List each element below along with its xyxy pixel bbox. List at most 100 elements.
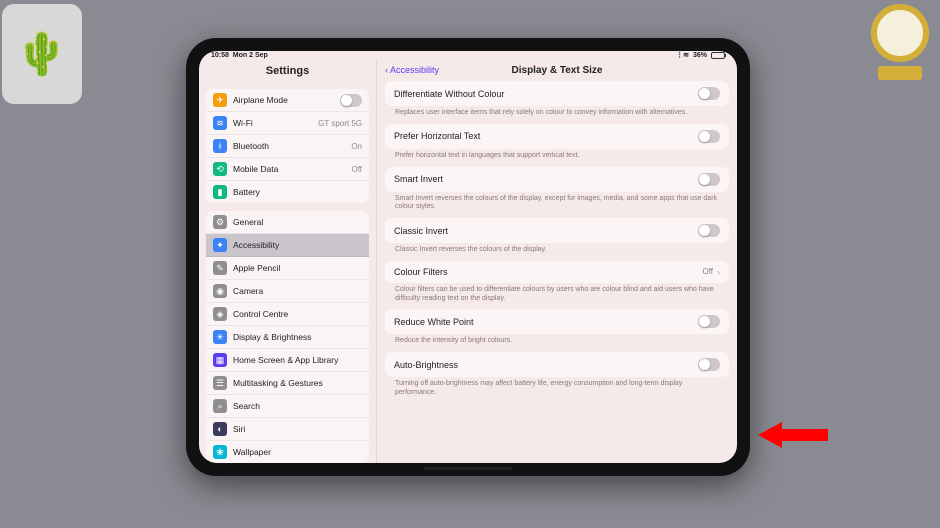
setting-group: Auto-Brightness [385,352,729,377]
camera-icon: ◉ [213,284,227,298]
sidebar-item-label: Search [233,401,362,411]
apple-pencil-icon: ✎ [213,261,227,275]
accessibility-icon: ✦ [213,238,227,252]
sidebar-item-home-screen-app-library[interactable]: ▦Home Screen & App Library [206,349,369,372]
setting-label: Colour Filters [394,267,448,277]
setting-row-prefer-horizontal-text[interactable]: Prefer Horizontal Text [385,124,729,149]
sidebar-item-camera[interactable]: ◉ Camera [206,280,369,303]
battery-icon: ▮ [213,185,227,199]
sidebar-item-battery[interactable]: ▮ Battery [206,181,369,203]
battery-icon [711,52,725,59]
setting-description: Smart Invert reverses the colours of the… [385,192,729,219]
sidebar-item-label: Mobile Data [233,164,345,174]
sidebar-item-wallpaper[interactable]: ❀ Wallpaper [206,441,369,463]
setting-row-smart-invert[interactable]: Smart Invert [385,167,729,192]
sidebar-item-control-centre[interactable]: ◈ Control Centre [206,303,369,326]
setting-label: Classic Invert [394,226,448,236]
sidebar-item-label: Control Centre [233,309,362,319]
clock-decor [864,4,936,88]
setting-label: Auto-Brightness [394,360,458,370]
wallpaper-icon: ❀ [213,445,227,459]
sidebar-item-accessibility[interactable]: ✦ Accessibility [206,234,369,257]
sidebar-item-label: Bluetooth [233,141,345,151]
toggle-differentiate-without-colour[interactable] [698,87,720,100]
setting-row-classic-invert[interactable]: Classic Invert [385,218,729,243]
sidebar-item-label: Camera [233,286,362,296]
multitasking-gestures-icon: ☰ [213,376,227,390]
toggle-reduce-white-point[interactable] [698,315,720,328]
setting-label: Differentiate Without Colour [394,89,504,99]
toggle[interactable] [340,94,362,107]
sidebar-item-display-brightness[interactable]: ☀Display & Brightness [206,326,369,349]
toggle-smart-invert[interactable] [698,173,720,186]
airplane-mode-icon: ✈ [213,93,227,107]
sidebar-item-mobile-data[interactable]: ⟲ Mobile Data Off [206,158,369,181]
control-centre-icon: ◈ [213,307,227,321]
toggle-prefer-horizontal-text[interactable] [698,130,720,143]
setting-row-colour-filters[interactable]: Colour FiltersOff› [385,261,729,283]
setting-row-auto-brightness[interactable]: Auto-Brightness [385,352,729,377]
sidebar-item-label: Apple Pencil [233,263,362,273]
back-button[interactable]: ‹ Accessibility [385,65,439,75]
bluetooth-icon: ᚼ [213,139,227,153]
setting-group: Smart Invert [385,167,729,192]
sidebar-item-value: GT sport 5G [318,119,362,128]
setting-label: Smart Invert [394,174,443,184]
setting-description: Classic Invert reverses the colours of t… [385,243,729,261]
sidebar-item-siri[interactable]: ◐Siri [206,418,369,441]
status-date: Mon 2 Sep [233,52,268,59]
setting-description: Replaces user interface items that rely … [385,106,729,124]
sidebar-item-label: General [233,217,362,227]
setting-group: Differentiate Without Colour [385,81,729,106]
sidebar-group-general: ⚙General ✦ Accessibility ✎ Apple Pencil ◉ Came… [206,211,369,463]
setting-description: Turning off auto-brightness may affect b… [385,377,729,404]
ipad-device: 10:58 Mon 2 Sep ⋮≋ 36% Settings ✈ Airplan… [186,38,750,476]
sidebar-title: Settings [199,59,376,85]
main-header: ‹ Accessibility Display & Text Size [377,59,737,81]
back-label: Accessibility [390,65,439,75]
sidebar-item-general[interactable]: ⚙General [206,211,369,234]
chevron-left-icon: ‹ [385,65,388,75]
sidebar-item-label: Battery [233,187,362,197]
sidebar-item-wi-fi[interactable]: ≋Wi-FiGT sport 5G [206,112,369,135]
search-icon: ⌕ [213,399,227,413]
main-scroll[interactable]: Differentiate Without Colour Replaces use… [377,81,737,463]
sidebar-item-bluetooth[interactable]: ᚼ Bluetooth On [206,135,369,158]
home-screen-app-library-icon: ▦ [213,353,227,367]
setting-row-reduce-white-point[interactable]: Reduce White Point [385,309,729,334]
status-right: ⋮≋ 36% [676,51,725,59]
toggle-auto-brightness[interactable] [698,358,720,371]
setting-row-differentiate-without-colour[interactable]: Differentiate Without Colour [385,81,729,106]
setting-label: Prefer Horizontal Text [394,131,480,141]
sidebar-item-label: Multitasking & Gestures [233,378,362,388]
mobile-data-icon: ⟲ [213,162,227,176]
setting-description: Colour filters can be used to differenti… [385,283,729,310]
setting-group: Colour FiltersOff› [385,261,729,283]
toggle-classic-invert[interactable] [698,224,720,237]
plant-decor [2,4,82,104]
sidebar-item-label: Wallpaper [233,447,362,457]
setting-value: Off [702,267,713,276]
battery-percent: 36% [693,52,707,59]
sidebar: Settings ✈ Airplane Mode ≋Wi-FiGT sport 5G… [199,59,377,463]
sidebar-item-value: Off [351,165,362,174]
setting-description: Reduce the intensity of bright colours. [385,334,729,352]
sidebar-item-label: Airplane Mode [233,95,334,105]
annotation-arrow [758,420,828,450]
screen: 10:58 Mon 2 Sep ⋮≋ 36% Settings ✈ Airplan… [199,51,737,463]
setting-group: Prefer Horizontal Text [385,124,729,149]
sidebar-item-label: Accessibility [233,240,362,250]
status-left: 10:58 Mon 2 Sep [211,52,268,59]
setting-group: Classic Invert [385,218,729,243]
setting-group: Reduce White Point [385,309,729,334]
sidebar-group-connectivity: ✈ Airplane Mode ≋Wi-FiGT sport 5G ᚼ Bluetoot… [206,89,369,203]
status-bar: 10:58 Mon 2 Sep ⋮≋ 36% [199,51,737,59]
main-panel: ‹ Accessibility Display & Text Size Diff… [377,59,737,463]
sidebar-item-search[interactable]: ⌕ Search [206,395,369,418]
sidebar-item-apple-pencil[interactable]: ✎ Apple Pencil [206,257,369,280]
sidebar-item-airplane-mode[interactable]: ✈ Airplane Mode [206,89,369,112]
wifi-icon: ⋮≋ [676,51,689,59]
sidebar-item-value: On [351,142,362,151]
sidebar-item-multitasking-gestures[interactable]: ☰ Multitasking & Gestures [206,372,369,395]
display-brightness-icon: ☀ [213,330,227,344]
